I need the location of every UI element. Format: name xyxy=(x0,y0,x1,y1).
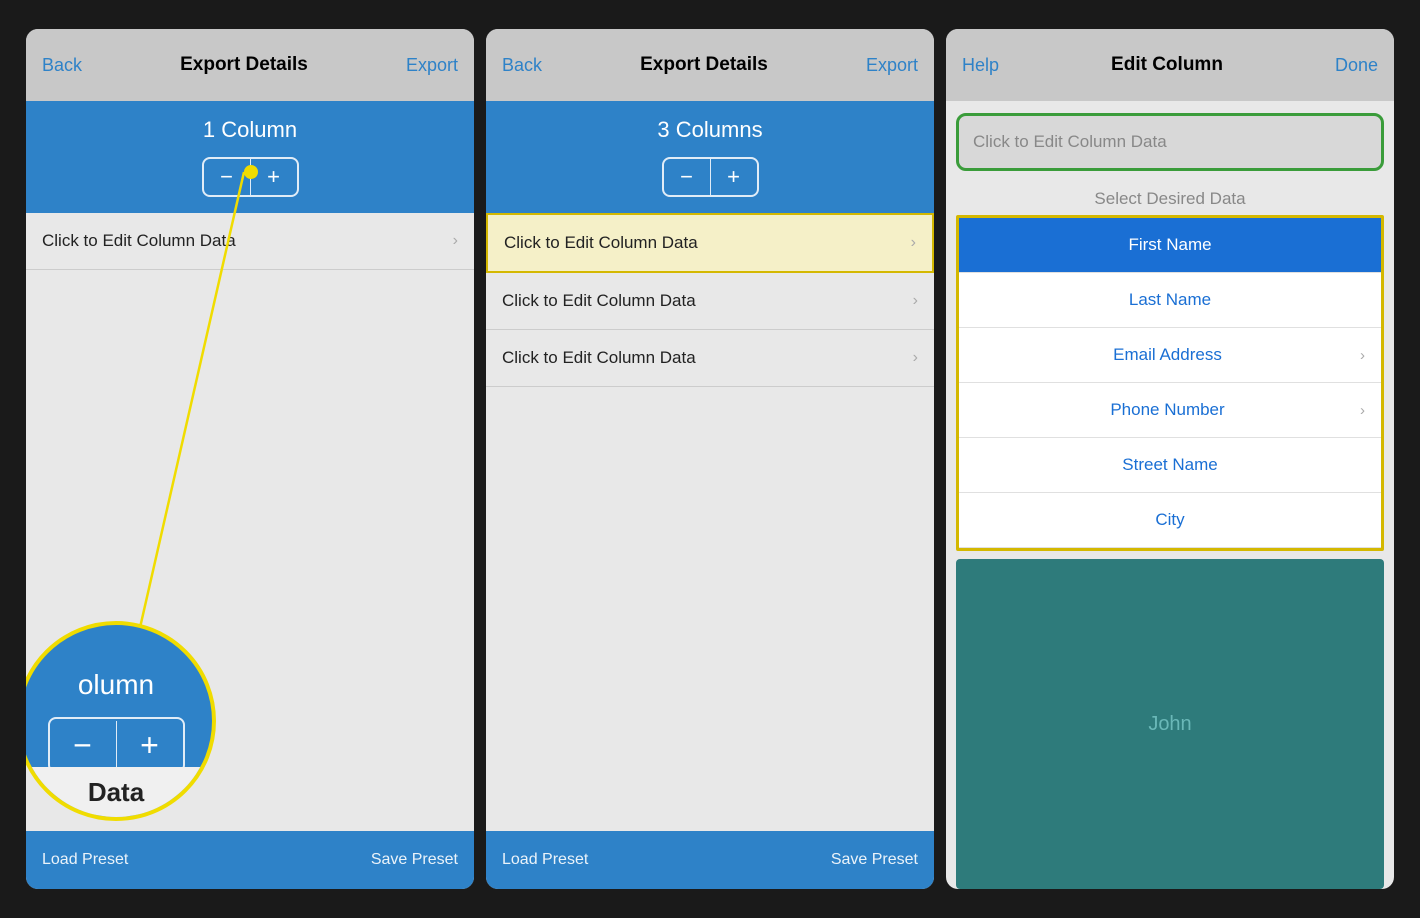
screen1-list-item-1[interactable]: Click to Edit Column Data › xyxy=(26,213,474,270)
screen1-column-count: 1 Column xyxy=(203,117,297,143)
screen2-navbar: Back Export Details Export xyxy=(486,29,934,101)
screen2-list-item-1-text: Click to Edit Column Data xyxy=(504,233,698,253)
screen3-data-item-city-text: City xyxy=(975,510,1365,530)
screen3-phone-chevron-icon: › xyxy=(1360,402,1365,419)
screen2-stepper: − + xyxy=(662,157,759,197)
screen3-data-item-email-text: Email Address xyxy=(975,345,1360,365)
screen3-title: Edit Column xyxy=(1111,54,1223,76)
zoom-circle: olumn − + Data xyxy=(26,621,216,821)
screen3-preview-area: John xyxy=(956,559,1384,889)
screen2-list-item-1[interactable]: Click to Edit Column Data › xyxy=(486,213,934,273)
screen1-export-button[interactable]: Export xyxy=(406,55,458,76)
screen3-data-item-firstname[interactable]: First Name xyxy=(959,218,1381,273)
screen3-data-item-lastname-text: Last Name xyxy=(975,290,1365,310)
zoom-increment-icon: + xyxy=(117,719,183,771)
screen2-export-button[interactable]: Export xyxy=(866,55,918,76)
zoom-decrement-icon: − xyxy=(50,719,116,771)
screen1-load-preset-button[interactable]: Load Preset xyxy=(42,851,128,869)
screen2-increment-button[interactable]: + xyxy=(711,159,757,195)
screen2: Back Export Details Export 3 Columns − +… xyxy=(486,29,934,889)
screen3-data-item-phone[interactable]: Phone Number › xyxy=(959,383,1381,438)
screen1-increment-button[interactable]: + xyxy=(251,159,297,195)
zoom-circle-bottom: Data xyxy=(26,767,212,817)
screen1-save-preset-button[interactable]: Save Preset xyxy=(371,851,458,869)
zoom-stepper: − + xyxy=(48,717,185,773)
screen2-chevron-3-icon: › xyxy=(913,349,918,367)
screen2-chevron-2-icon: › xyxy=(913,292,918,310)
screen2-save-preset-button[interactable]: Save Preset xyxy=(831,851,918,869)
screen2-title: Export Details xyxy=(640,54,768,76)
zoom-data-text: Data xyxy=(88,777,144,808)
screen3-data-item-email[interactable]: Email Address › xyxy=(959,328,1381,383)
annotation-dot xyxy=(244,165,258,179)
screen1: Back Export Details Export 1 Column − + … xyxy=(26,29,474,889)
screen3-content: Click to Edit Column Data Select Desired… xyxy=(946,101,1394,889)
screen3-data-item-firstname-text: First Name xyxy=(975,235,1365,255)
screen3-data-item-phone-text: Phone Number xyxy=(975,400,1360,420)
screen1-bottom-bar: Load Preset Save Preset xyxy=(26,831,474,889)
screen3-data-list: First Name Last Name Email Address › Pho… xyxy=(956,215,1384,551)
screen3-email-chevron-icon: › xyxy=(1360,347,1365,364)
screen3-data-item-city[interactable]: City xyxy=(959,493,1381,548)
screen3-data-item-state[interactable]: State xyxy=(959,548,1381,551)
screen2-list-item-3[interactable]: Click to Edit Column Data › xyxy=(486,330,934,387)
screen2-list: Click to Edit Column Data › Click to Edi… xyxy=(486,213,934,831)
screen2-list-item-3-text: Click to Edit Column Data xyxy=(502,348,696,368)
screen3-edit-field[interactable]: Click to Edit Column Data xyxy=(956,113,1384,171)
screen3-select-label: Select Desired Data xyxy=(946,183,1394,215)
screen1-header: 1 Column − + xyxy=(26,101,474,213)
screen2-header: 3 Columns − + xyxy=(486,101,934,213)
screen1-navbar: Back Export Details Export xyxy=(26,29,474,101)
screen3-help-button[interactable]: Help xyxy=(962,55,999,76)
screen2-back-button[interactable]: Back xyxy=(502,55,542,76)
screen3: Help Edit Column Done Click to Edit Colu… xyxy=(946,29,1394,889)
screen3-done-button[interactable]: Done xyxy=(1335,55,1378,76)
screen2-decrement-button[interactable]: − xyxy=(664,159,710,195)
screen2-list-item-2-text: Click to Edit Column Data xyxy=(502,291,696,311)
screen3-data-item-lastname[interactable]: Last Name xyxy=(959,273,1381,328)
screen1-decrement-button[interactable]: − xyxy=(204,159,250,195)
screen2-column-count: 3 Columns xyxy=(657,117,762,143)
screen1-back-button[interactable]: Back xyxy=(42,55,82,76)
screen2-bottom-bar: Load Preset Save Preset xyxy=(486,831,934,889)
screen3-data-item-street-text: Street Name xyxy=(975,455,1365,475)
screen1-list-item-1-text: Click to Edit Column Data xyxy=(42,231,236,251)
screen3-data-item-street[interactable]: Street Name xyxy=(959,438,1381,493)
screen1-title: Export Details xyxy=(180,54,308,76)
zoom-circle-text: olumn xyxy=(78,669,154,701)
screen2-chevron-1-icon: › xyxy=(911,234,916,252)
screen2-load-preset-button[interactable]: Load Preset xyxy=(502,851,588,869)
screen2-list-item-2[interactable]: Click to Edit Column Data › xyxy=(486,273,934,330)
screen3-navbar: Help Edit Column Done xyxy=(946,29,1394,101)
screen1-chevron-icon: › xyxy=(453,232,458,250)
screen3-preview-text: John xyxy=(1148,713,1191,736)
